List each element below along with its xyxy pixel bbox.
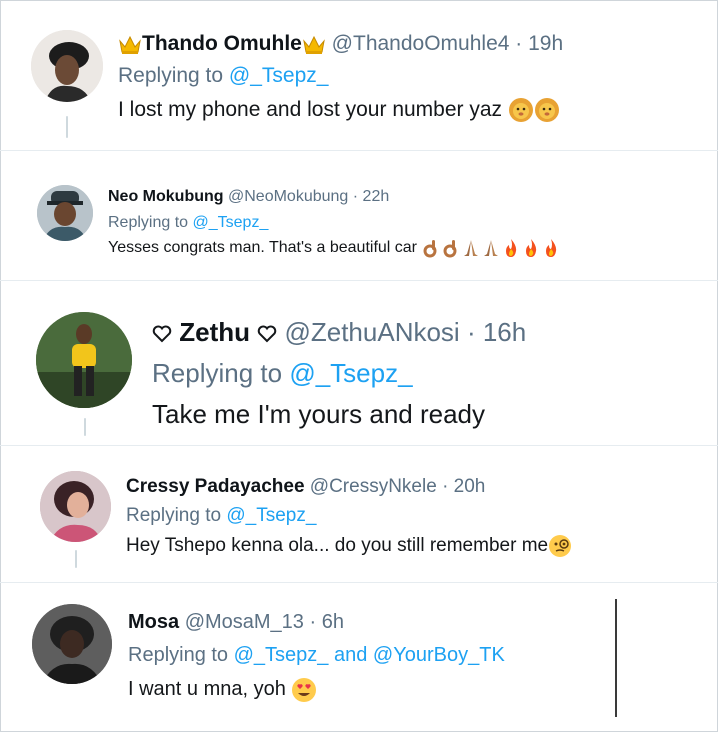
fire-emoji	[501, 238, 521, 258]
lion-face-emoji	[508, 97, 534, 123]
reply-card-neo[interactable]: Neo Mokubung @NeoMokubung · 22h Replying…	[0, 151, 718, 279]
lion-face-emoji	[534, 97, 560, 123]
mention-link[interactable]: @_Tsepz_	[229, 64, 329, 87]
separator-dot: ·	[309, 611, 317, 633]
user-handle[interactable]: @ZethuANkosi	[284, 317, 459, 347]
replying-to-label: Replying to	[108, 214, 189, 231]
avatar-image	[32, 604, 112, 684]
heart-outline-icon	[257, 325, 277, 343]
thread-line	[66, 116, 68, 138]
avatar-image	[40, 471, 111, 542]
reply-card-zethu[interactable]: Zethu @ZethuANkosi · 16h Replying to @_T…	[0, 281, 718, 443]
reply-text-line: Hey Tshepo kenna ola... do you still rem…	[126, 533, 572, 559]
replying-to-label: Replying to	[128, 644, 229, 666]
display-name[interactable]: Neo Mokubung	[108, 188, 224, 205]
scrollbar[interactable]	[615, 599, 617, 717]
separator-dot: ·	[442, 476, 449, 497]
reply-header: Mosa @MosaM_13 · 6h	[128, 608, 344, 636]
timestamp[interactable]: 19h	[528, 32, 563, 55]
timestamp[interactable]: 16h	[483, 317, 526, 347]
reply-card-thando[interactable]: Thando Omuhle @ThandoOmuhle4 · 19h Reply…	[0, 0, 718, 148]
mention-link-2[interactable]: @YourBoy_TK	[373, 644, 505, 666]
reply-text-line: Take me I'm yours and ready	[152, 397, 485, 431]
reply-card-mosa[interactable]: Mosa @MosaM_13 · 6h Replying to @_Tsepz_…	[0, 583, 718, 733]
mention-link[interactable]: @_Tsepz_	[226, 505, 316, 526]
monocle-face-emoji	[548, 534, 572, 558]
crown-icon	[118, 33, 142, 55]
user-handle[interactable]: @NeoMokubung	[228, 188, 348, 205]
timestamp[interactable]: 22h	[363, 188, 390, 205]
reply-text-line: Yesses congrats man. That's a beautiful …	[108, 237, 561, 259]
ok-hand-emoji	[421, 238, 441, 258]
reply-text: Take me I'm yours and ready	[152, 399, 485, 429]
avatar-image	[36, 312, 132, 408]
user-handle[interactable]: @ThandoOmuhle4	[332, 32, 510, 55]
thread-line	[75, 550, 77, 568]
thread-line	[84, 418, 86, 436]
crown-icon	[302, 33, 326, 55]
replying-to-label: Replying to	[126, 505, 222, 526]
avatar[interactable]	[31, 30, 103, 102]
reply-header: Cressy Padayachee @CressyNkele · 20h	[126, 474, 485, 500]
avatar[interactable]	[37, 185, 93, 241]
reply-text: Yesses congrats man. That's a beautiful …	[108, 239, 418, 256]
avatar-image	[37, 185, 93, 241]
replying-to-line: Replying to @_Tsepz_	[152, 356, 413, 390]
replying-to-line: Replying to @_Tsepz_	[126, 503, 316, 529]
reply-text: I want u mna, yoh	[128, 678, 286, 700]
timestamp[interactable]: 6h	[322, 611, 344, 633]
reply-text-line: I want u mna, yoh	[128, 675, 317, 703]
mention-link[interactable]: @_Tsepz_	[193, 214, 269, 231]
replying-and-label: and	[333, 644, 368, 666]
avatar-image	[31, 30, 103, 102]
heart-eyes-emoji	[291, 677, 317, 703]
reply-header: Zethu @ZethuANkosi · 16h	[152, 315, 526, 349]
fire-emoji	[521, 238, 541, 258]
display-name[interactable]: Thando Omuhle	[142, 32, 302, 55]
replying-to-line: Replying to @_Tsepz_ and @YourBoy_TK	[128, 641, 505, 669]
replying-to-line: Replying to @_Tsepz_	[118, 62, 328, 90]
reply-card-cressy[interactable]: Cressy Padayachee @CressyNkele · 20h Rep…	[0, 446, 718, 578]
reply-text: Hey Tshepo kenna ola... do you still rem…	[126, 535, 549, 556]
reply-text: I lost my phone and lost your number yaz	[118, 98, 503, 121]
reply-header: Neo Mokubung @NeoMokubung · 22h	[108, 186, 389, 208]
ok-hand-emoji	[441, 238, 461, 258]
reply-text-line: I lost my phone and lost your number yaz	[118, 96, 560, 124]
timestamp[interactable]: 20h	[454, 476, 486, 497]
user-handle[interactable]: @CressyNkele	[310, 476, 437, 497]
praying-hands-emoji	[461, 238, 481, 258]
replying-to-line: Replying to @_Tsepz_	[108, 212, 268, 234]
reply-header: Thando Omuhle @ThandoOmuhle4 · 19h	[118, 30, 563, 58]
fire-emoji	[541, 238, 561, 258]
avatar[interactable]	[40, 471, 111, 542]
avatar[interactable]	[32, 604, 112, 684]
separator-dot: ·	[352, 188, 359, 205]
mention-link[interactable]: @_Tsepz_	[234, 644, 329, 666]
user-handle[interactable]: @MosaM_13	[185, 611, 304, 633]
praying-hands-emoji	[481, 238, 501, 258]
replying-to-label: Replying to	[118, 64, 224, 87]
display-name[interactable]: Cressy Padayachee	[126, 476, 305, 497]
display-name[interactable]: Zethu	[179, 317, 250, 347]
separator-dot: ·	[466, 317, 476, 347]
heart-outline-icon	[152, 325, 172, 343]
avatar[interactable]	[36, 312, 132, 408]
mention-link[interactable]: @_Tsepz_	[289, 358, 412, 388]
display-name[interactable]: Mosa	[128, 611, 179, 633]
replying-to-label: Replying to	[152, 358, 283, 388]
separator-dot: ·	[515, 32, 523, 55]
